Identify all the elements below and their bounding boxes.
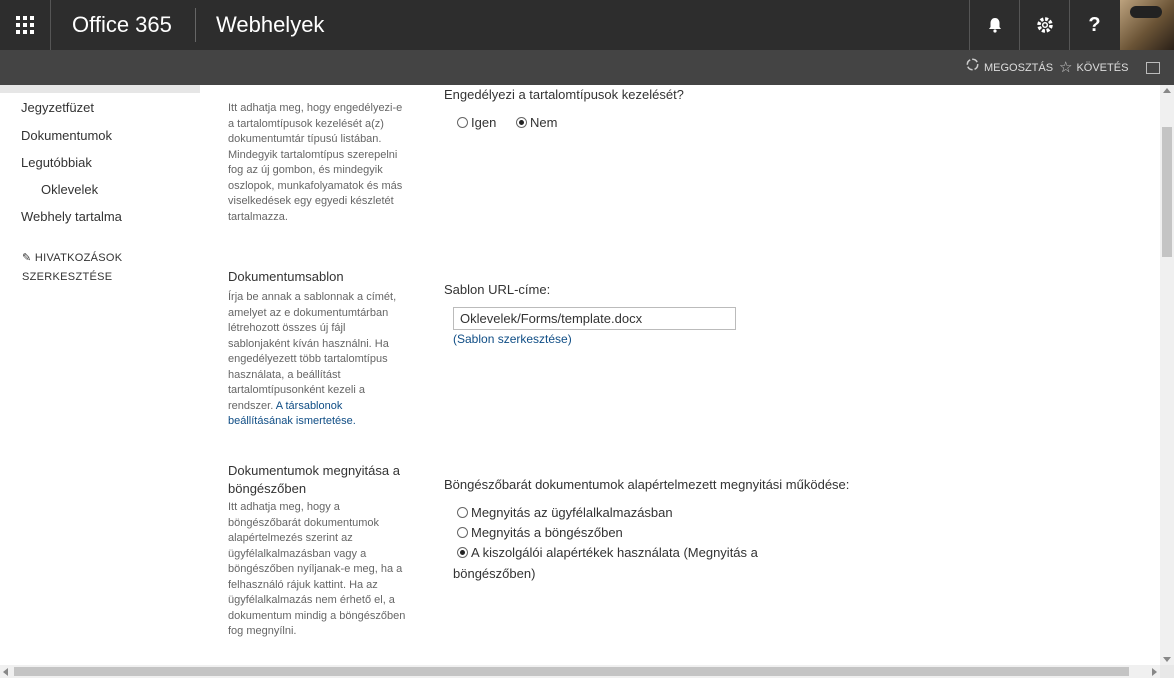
radio-yes-circle[interactable] [457,117,468,128]
edit-links-button[interactable]: ✎ HIVATKOZÁSOK SZERKESZTÉSE [22,249,122,287]
browser-question: Böngészőbarát dokumentumok alapértelmeze… [444,477,850,492]
selected-nav-item[interactable] [0,85,200,93]
share-button[interactable]: MEGOSZTÁS [965,50,1053,85]
office-365-brand[interactable]: Office 365 [72,0,172,50]
share-label: MEGOSZTÁS [984,61,1054,74]
scroll-down-arrow-icon[interactable] [1163,657,1171,662]
browser-description: Dokumentumok megnyitása a böngészőben It… [228,462,408,640]
focus-icon[interactable] [1146,62,1160,74]
radio-server-default-line-2: böngészőben) [453,566,536,581]
radio-client-app[interactable]: Megnyitás az ügyfélalkalmazásban [457,503,673,523]
follow-button[interactable]: ☆ KÖVETÉS [1059,50,1128,85]
follow-label: KÖVETÉS [1076,61,1129,74]
radio-client-app-label: Megnyitás az ügyfélalkalmazásban [471,505,673,520]
radio-yes[interactable]: Igen [457,113,496,133]
template-description: Dokumentumsablon Írja be annak a sablonn… [228,268,408,430]
edit-links-label-1: HIVATKOZÁSOK [34,252,123,264]
radio-server-default-label: A kiszolgálói alapértékek használata (Me… [471,543,758,563]
help-icon[interactable]: ? [1069,0,1119,50]
radio-yes-label: Igen [471,115,497,130]
suitebar-divider [195,8,196,42]
content-types-question: Engedélyezi a tartalomtípusok kezelését? [444,87,684,102]
template-title: Dokumentumsablon [228,269,344,284]
template-url-label: Sablon URL-címe: [444,282,551,297]
content-types-description: Itt adhatja meg, hogy engedélyezi-e a ta… [228,97,408,225]
nav-item-webhely-tartalma[interactable]: Webhely tartalma [21,209,122,224]
bell-icon[interactable] [969,0,1019,50]
scroll-right-arrow-icon[interactable] [1152,668,1157,676]
template-desc-text: Írja be annak a sablonnak a címét, amely… [228,291,397,412]
edit-template-link[interactable]: (Sablon szerkesztése) [453,332,572,346]
horizontal-scrollbar[interactable] [0,665,1160,678]
suite-bar: Office 365 Webhelyek ? [0,0,1174,50]
scroll-left-arrow-icon[interactable] [3,668,8,676]
nav-item-jegyzetfuzet[interactable]: Jegyzetfüzet [21,100,94,115]
nav-item-dokumentumok[interactable]: Dokumentumok [21,128,112,143]
action-bar: MEGOSZTÁS ☆ KÖVETÉS [0,50,1174,85]
scrollbar-corner [1160,665,1174,678]
nav-item-oklevelek[interactable]: Oklevelek [41,182,98,197]
radio-server-default-line-1: A kiszolgálói alapértékek használata (Me… [471,545,758,560]
horizontal-scroll-thumb[interactable] [14,667,1129,676]
radio-browser[interactable]: Megnyitás a böngészőben [457,523,623,543]
vertical-scroll-thumb[interactable] [1162,127,1172,257]
radio-server-default-circle[interactable] [457,547,468,558]
left-navigation: Jegyzetfüzet Dokumentumok Legutóbbiak Ok… [0,85,200,665]
template-desc: Írja be annak a sablonnak a címét, amely… [228,290,408,430]
edit-links-label-2: SZERKESZTÉSE [22,271,113,283]
site-title[interactable]: Webhelyek [216,0,324,50]
browser-desc-text: Itt adhatja meg, hogy a böngészőbarát do… [228,501,406,637]
radio-no[interactable]: Nem [516,113,557,133]
pencil-icon: ✎ [22,252,32,264]
star-icon: ☆ [1059,58,1073,76]
browser-title: Dokumentumok megnyitása a böngészőben [228,463,400,496]
share-icon [965,48,980,88]
radio-no-label: Nem [530,115,558,130]
content-types-desc-text: Itt adhatja meg, hogy engedélyezi-e a ta… [228,102,403,223]
app-launcher-icon[interactable] [0,0,51,50]
radio-no-circle[interactable] [516,117,527,128]
gear-icon[interactable] [1019,0,1069,50]
nav-item-legutobbiak[interactable]: Legutóbbiak [21,155,92,170]
template-url-input[interactable] [453,307,736,330]
radio-server-default[interactable]: A kiszolgálói alapértékek használata (Me… [457,543,787,563]
radio-browser-circle[interactable] [457,527,468,538]
scroll-up-arrow-icon[interactable] [1163,88,1171,93]
vertical-scrollbar[interactable] [1160,85,1174,665]
avatar[interactable] [1120,0,1174,50]
radio-browser-label: Megnyitás a böngészőben [471,525,623,540]
radio-client-app-circle[interactable] [457,507,468,518]
